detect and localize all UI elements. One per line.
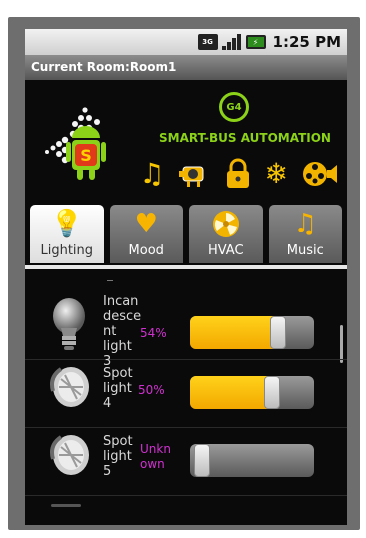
tab-underline <box>25 265 347 269</box>
dimmer-slider[interactable] <box>190 376 314 409</box>
dimmer-slider[interactable] <box>190 316 314 349</box>
header: S G4 SMART-BUS AUTOMATION ♫ ❄ <box>25 80 347 210</box>
slider-thumb[interactable] <box>194 444 210 477</box>
title-bar: Current Room:Room1 <box>25 55 347 80</box>
tab-lighting[interactable]: 💡 Lighting <box>30 205 104 263</box>
heart-icon: ♥ <box>134 209 158 239</box>
tab-hvac[interactable]: HVAC <box>189 205 263 263</box>
list-fade-mark <box>51 504 81 507</box>
fan-icon <box>212 211 239 237</box>
spotlight-icon <box>50 435 89 475</box>
lock-icon <box>226 158 249 188</box>
light-value: Unkn own <box>140 442 171 471</box>
music-icon: ♫ <box>139 157 165 190</box>
signal-strength-icon <box>222 34 242 50</box>
light-list[interactable]: Incan desce nt light 3 54% Spot light 4 … <box>25 270 347 525</box>
brand-text: SMART-BUS AUTOMATION <box>159 131 331 145</box>
screen: 3G ⚡ 1:25 PM Current Room:Room1 S G4 SMA… <box>25 29 347 525</box>
tab-label: Music <box>286 243 324 258</box>
slider-fill <box>190 316 278 349</box>
tab-label: HVAC <box>207 243 244 258</box>
slider-thumb[interactable] <box>264 376 280 409</box>
snowflake-icon: ❄ <box>264 157 288 190</box>
bulb-icon <box>53 298 85 350</box>
device-frame: 3G ⚡ 1:25 PM Current Room:Room1 S G4 SMA… <box>8 17 360 530</box>
light-value: 50% <box>138 383 165 397</box>
logo-letter: S <box>80 146 92 165</box>
header-icon-row: ♫ ❄ <box>133 154 345 194</box>
light-name: Spot light 5 <box>103 434 133 479</box>
list-item: Spot light 4 50% <box>25 360 347 428</box>
projector-icon <box>179 166 204 187</box>
tab-label: Lighting <box>40 243 94 258</box>
tab-music[interactable]: ♫ Music <box>268 205 342 263</box>
slider-thumb[interactable] <box>269 316 286 349</box>
light-name: Spot light 4 <box>103 366 133 411</box>
film-speaker-icon <box>302 162 337 186</box>
list-item: Spot light 5 Unkn own <box>25 428 347 496</box>
android-logo: S <box>45 107 106 180</box>
spotlight-icon <box>50 367 89 407</box>
light-name: Incan desce nt light 3 <box>103 294 142 369</box>
dimmer-slider[interactable] <box>190 444 314 477</box>
network-3g-icon: 3G <box>197 34 218 50</box>
music-icon: ♫ <box>293 209 317 239</box>
list-fade-mark <box>107 280 113 281</box>
tab-bar: 💡 Lighting ♥ Mood HVAC ♫ Music <box>25 205 347 266</box>
tab-mood[interactable]: ♥ Mood <box>109 205 183 263</box>
tab-label: Mood <box>128 243 164 258</box>
list-item: Incan desce nt light 3 54% <box>25 292 347 369</box>
status-bar: 3G ⚡ 1:25 PM <box>25 29 347 55</box>
lightbulb-icon: 💡 <box>50 209 83 239</box>
g4-badge: G4 <box>219 92 249 122</box>
slider-fill <box>190 376 272 409</box>
battery-icon: ⚡ <box>245 35 266 49</box>
light-value: 54% <box>140 326 167 340</box>
status-time: 1:25 PM <box>272 33 341 51</box>
